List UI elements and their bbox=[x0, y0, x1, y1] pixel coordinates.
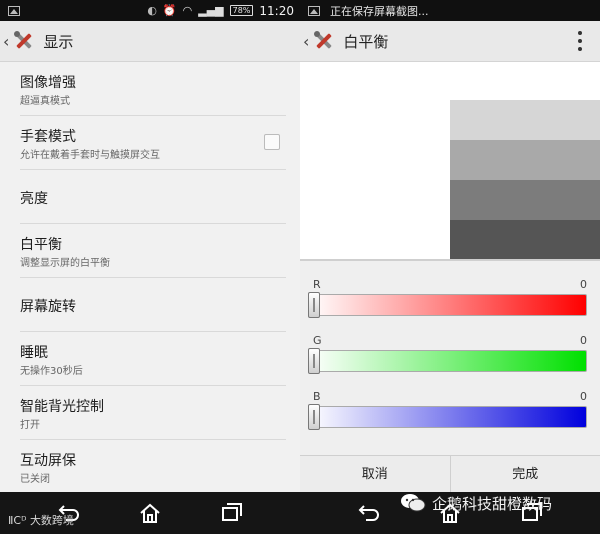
dialog-button-bar: 取消 完成 bbox=[300, 455, 600, 493]
preview-divider bbox=[300, 259, 600, 261]
slider-label: R bbox=[313, 278, 321, 291]
setting-smart-backlight[interactable]: 智能背光控制 打开 bbox=[20, 386, 286, 440]
action-bar: ‹ 显示 bbox=[0, 21, 300, 62]
action-bar: ‹ 白平衡 bbox=[300, 21, 600, 62]
back-chevron-icon[interactable]: ‹ bbox=[303, 32, 309, 51]
setting-glove-mode[interactable]: 手套模式 允许在戴着手套时与触摸屏交互 bbox=[20, 116, 286, 170]
watermark-left: ⅡⅭᴰ 大数跨境 bbox=[8, 512, 74, 528]
home-icon[interactable] bbox=[139, 502, 161, 524]
screenshot-notice: 正在保存屏幕截图... bbox=[330, 4, 429, 18]
setting-subtitle: 调整显示屏的白平衡 bbox=[20, 258, 110, 269]
white-balance-preview bbox=[300, 62, 600, 260]
wechat-icon bbox=[401, 494, 426, 512]
done-button[interactable]: 完成 bbox=[449, 456, 600, 493]
red-slider-thumb[interactable] bbox=[308, 292, 320, 318]
setting-title: 图像增强 bbox=[20, 75, 76, 91]
settings-list: 图像增强 超逼真模式 手套模式 允许在戴着手套时与触摸屏交互 亮度 白平衡 调整… bbox=[0, 62, 300, 494]
setting-title: 睡眠 bbox=[20, 345, 48, 361]
settings-tools-icon[interactable] bbox=[11, 28, 37, 54]
status-bar: 正在保存屏幕截图... bbox=[300, 0, 600, 21]
image-notification-icon bbox=[308, 5, 320, 16]
cancel-button[interactable]: 取消 bbox=[300, 456, 450, 493]
slider-value: 0 bbox=[580, 390, 587, 403]
setting-brightness[interactable]: 亮度 bbox=[20, 170, 286, 224]
page-title: 显示 bbox=[43, 32, 74, 51]
blue-slider: B 0 bbox=[300, 390, 600, 446]
page-title: 白平衡 bbox=[343, 32, 389, 51]
gray-swatch-3 bbox=[450, 180, 600, 220]
recent-apps-icon[interactable] bbox=[221, 502, 243, 522]
green-slider: G 0 bbox=[300, 334, 600, 390]
watermark-logo-icon: ⅡⅭᴰ bbox=[8, 514, 27, 527]
setting-screen-rotation[interactable]: 屏幕旋转 bbox=[20, 278, 286, 332]
gray-swatch-4 bbox=[450, 220, 600, 260]
setting-subtitle: 已关闭 bbox=[20, 474, 50, 485]
watermark-text: 企鹅科技甜橙数码 bbox=[432, 494, 553, 513]
image-notification-icon bbox=[8, 5, 20, 16]
gray-swatch-2 bbox=[450, 140, 600, 180]
setting-title: 互动屏保 bbox=[20, 453, 76, 469]
white-balance-screen: 正在保存屏幕截图... ‹ 白平衡 R 0 G 0 B 0 取消 完成 企鹅科技… bbox=[300, 0, 600, 534]
setting-subtitle: 无操作30秒后 bbox=[20, 366, 83, 377]
wifi-icon: ◠ bbox=[182, 4, 193, 17]
status-icons: ◐ ⏰ ◠ ▂▄▆ 78% 11:20 bbox=[147, 0, 294, 21]
setting-daydream[interactable]: 互动屏保 已关闭 bbox=[20, 440, 286, 494]
clock: 11:20 bbox=[259, 3, 294, 18]
setting-subtitle: 允许在戴着手套时与触摸屏交互 bbox=[20, 150, 160, 161]
back-chevron-icon[interactable]: ‹ bbox=[3, 32, 9, 51]
setting-title: 亮度 bbox=[20, 191, 48, 207]
battery-indicator: 78% bbox=[229, 5, 254, 16]
setting-sleep[interactable]: 睡眠 无操作30秒后 bbox=[20, 332, 286, 386]
settings-tools-icon[interactable] bbox=[311, 28, 337, 54]
red-slider: R 0 bbox=[300, 278, 600, 334]
blue-slider-track[interactable] bbox=[308, 406, 587, 428]
signal-icon: ▂▄▆ bbox=[198, 4, 224, 17]
display-settings-screen: ◐ ⏰ ◠ ▂▄▆ 78% 11:20 ‹ 显示 图像增强 超逼真模式 手套模式… bbox=[0, 0, 300, 534]
green-slider-thumb[interactable] bbox=[308, 348, 320, 374]
watermark-text: 大数跨境 bbox=[29, 514, 74, 527]
setting-title: 白平衡 bbox=[20, 237, 62, 253]
setting-subtitle: 超逼真模式 bbox=[20, 96, 70, 107]
alarm-icon: ⏰ bbox=[162, 4, 177, 17]
back-icon[interactable] bbox=[358, 502, 380, 522]
red-slider-track[interactable] bbox=[308, 294, 587, 316]
glove-mode-checkbox[interactable] bbox=[264, 134, 280, 150]
status-bar: ◐ ⏰ ◠ ▂▄▆ 78% 11:20 bbox=[0, 0, 300, 21]
setting-subtitle: 打开 bbox=[20, 420, 40, 431]
overflow-menu-icon[interactable] bbox=[578, 31, 582, 51]
green-slider-track[interactable] bbox=[308, 350, 587, 372]
watermark-right: 企鹅科技甜橙数码 bbox=[400, 492, 552, 514]
slider-value: 0 bbox=[580, 334, 587, 347]
blue-slider-thumb[interactable] bbox=[308, 404, 320, 430]
slider-label: G bbox=[313, 334, 322, 347]
setting-title: 手套模式 bbox=[20, 129, 76, 145]
nfc-icon: ◐ bbox=[147, 4, 157, 17]
gray-swatch-1 bbox=[450, 100, 600, 140]
setting-white-balance[interactable]: 白平衡 调整显示屏的白平衡 bbox=[20, 224, 286, 278]
setting-image-enhancement[interactable]: 图像增强 超逼真模式 bbox=[20, 62, 286, 116]
slider-label: B bbox=[313, 390, 321, 403]
navigation-bar: ⅡⅭᴰ 大数跨境 bbox=[0, 492, 300, 534]
setting-title: 智能背光控制 bbox=[20, 399, 104, 415]
slider-value: 0 bbox=[580, 278, 587, 291]
setting-title: 屏幕旋转 bbox=[20, 299, 76, 315]
